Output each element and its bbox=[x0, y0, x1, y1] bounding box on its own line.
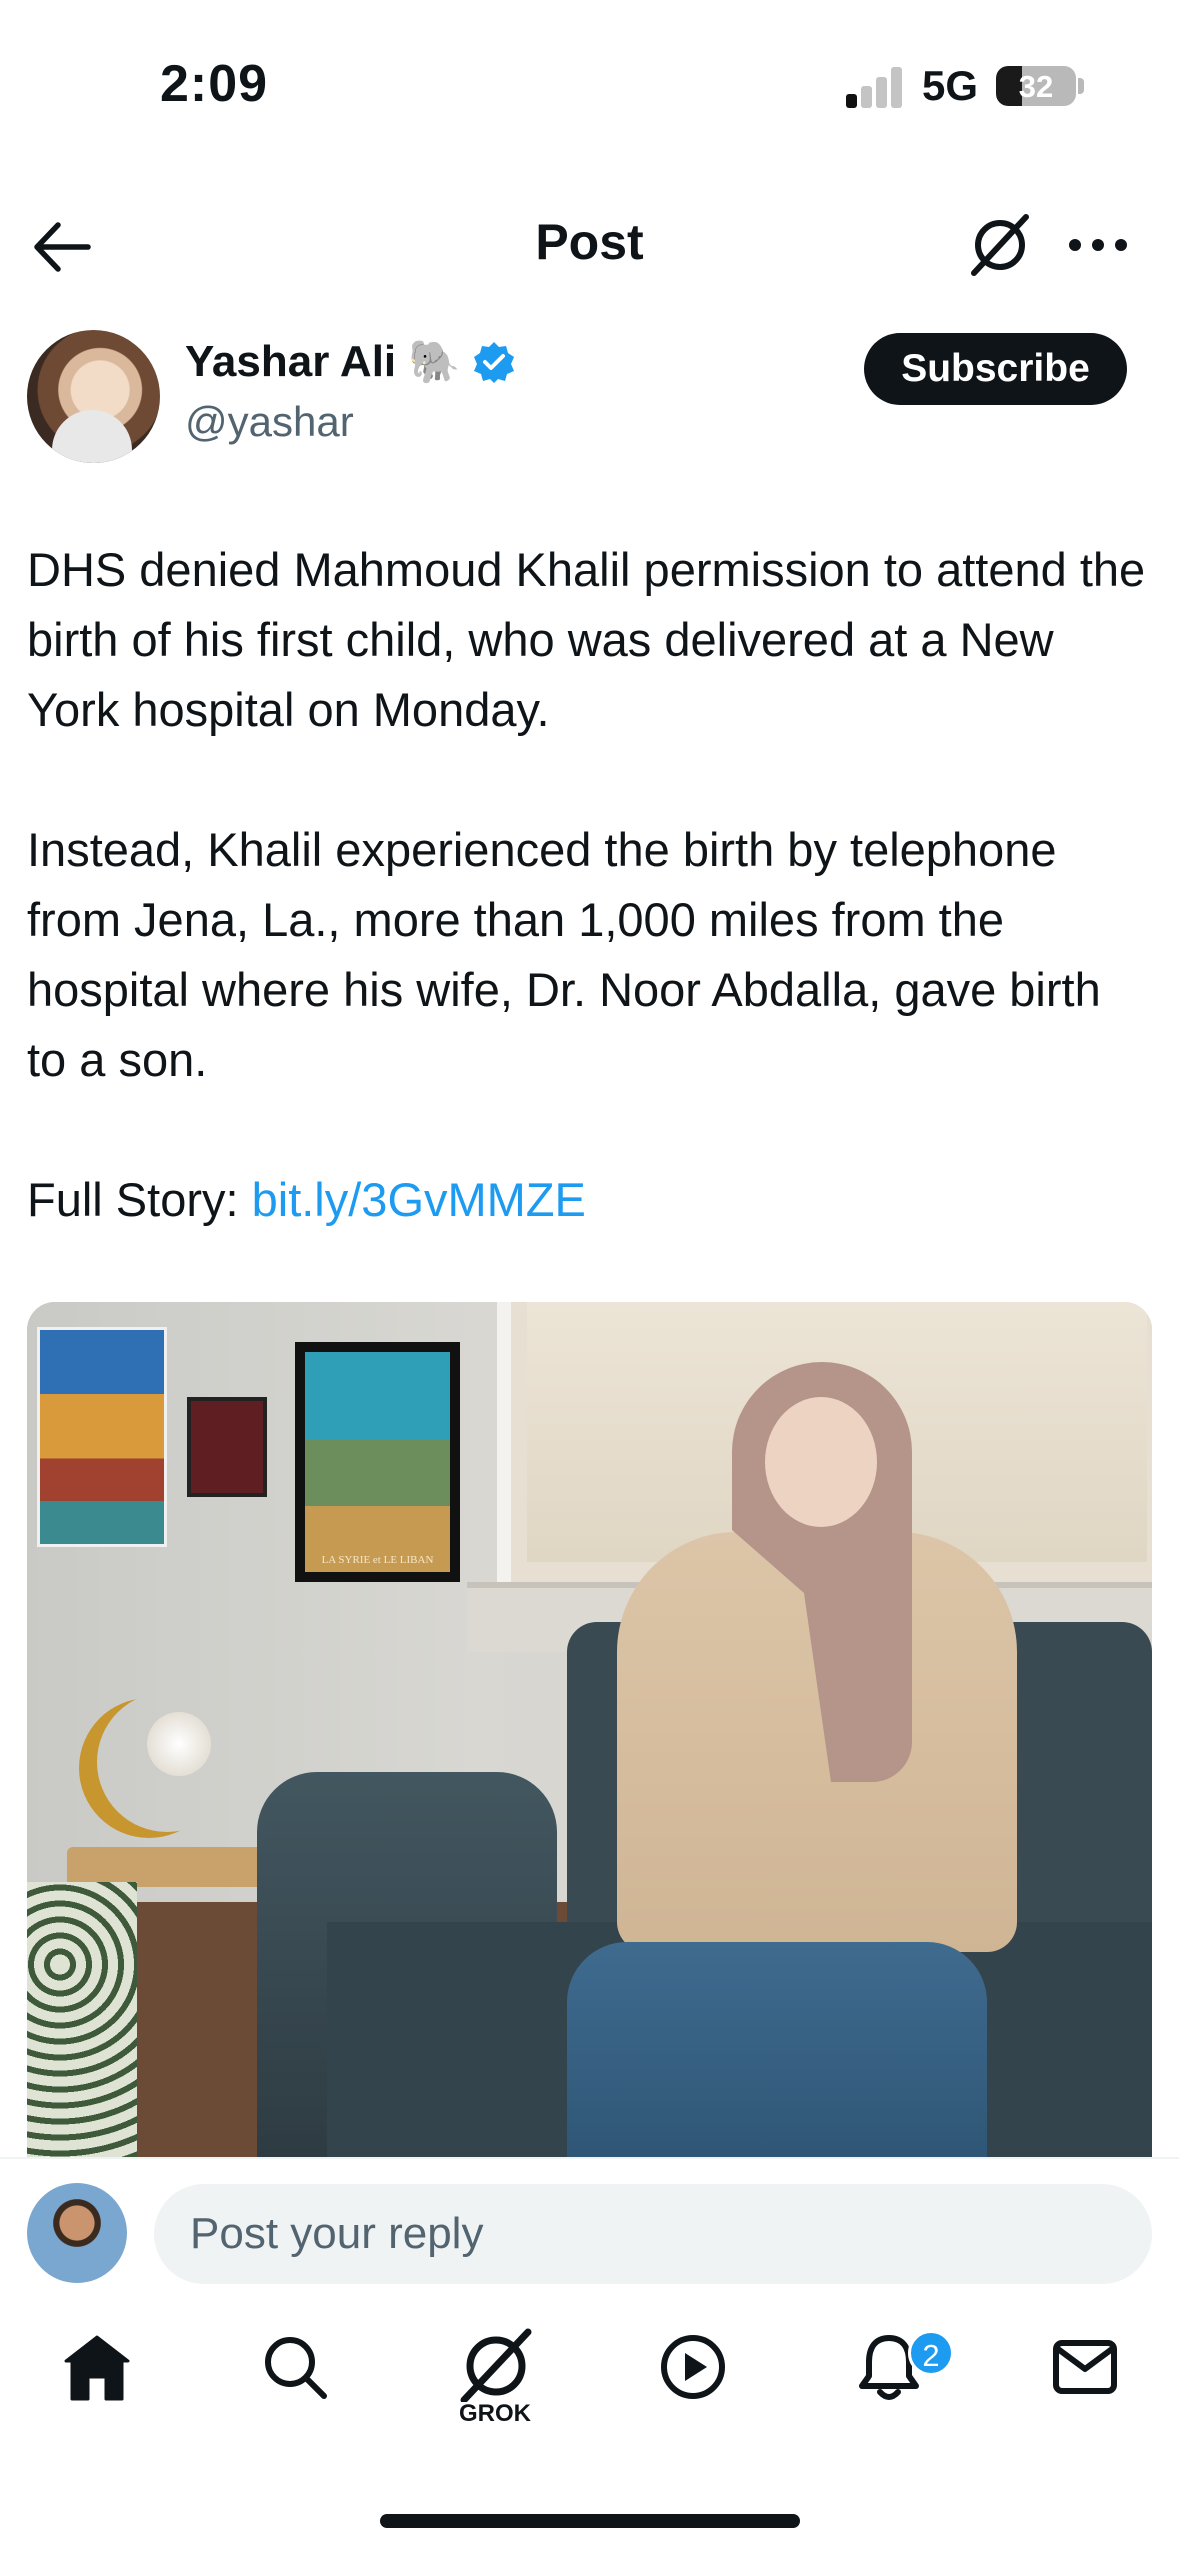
photo-pouf bbox=[27, 1882, 137, 2157]
more-options-button[interactable] bbox=[1058, 205, 1138, 285]
reply-bar bbox=[0, 2157, 1179, 2292]
mail-icon bbox=[1053, 2340, 1117, 2394]
tab-home[interactable] bbox=[52, 2322, 142, 2412]
full-story-label: Full Story: bbox=[27, 1173, 252, 1226]
elephant-emoji: 🐘 bbox=[408, 338, 461, 385]
tab-video[interactable] bbox=[648, 2322, 738, 2412]
current-user-avatar[interactable] bbox=[27, 2183, 127, 2283]
story-link[interactable]: bit.ly/3GvMMZE bbox=[252, 1173, 586, 1226]
subscribe-button[interactable]: Subscribe bbox=[864, 333, 1127, 405]
grok-tab-icon bbox=[460, 2328, 532, 2402]
status-time: 2:09 bbox=[160, 55, 269, 113]
full-story-line: Full Story: bit.ly/3GvMMZE bbox=[27, 1165, 1152, 1235]
verified-badge-icon bbox=[474, 342, 515, 383]
bottom-tab-bar: GROK 2 bbox=[0, 2292, 1179, 2472]
more-dots-icon bbox=[1069, 239, 1127, 251]
photo-lamp-globe bbox=[147, 1712, 211, 1776]
poster-caption: LA SYRIE et LE LIBAN bbox=[321, 1554, 434, 1566]
home-icon bbox=[64, 2335, 130, 2401]
battery-tip bbox=[1078, 78, 1084, 94]
photo-artwork-left bbox=[37, 1327, 167, 1547]
author-handle[interactable]: @yashar bbox=[185, 398, 354, 446]
grok-tab-label: GROK bbox=[459, 2400, 531, 2427]
network-label: 5G bbox=[922, 62, 979, 109]
status-bar: 2:09 5G 32 bbox=[0, 0, 1179, 175]
post-paragraph-2: Instead, Khalil experienced the birth by… bbox=[27, 823, 1101, 1086]
poster-image: LA SYRIE et LE LIBAN bbox=[305, 1352, 450, 1572]
photo-person-jeans bbox=[567, 1942, 987, 2157]
battery-icon: 32 bbox=[996, 66, 1076, 106]
photo-person-face-front bbox=[765, 1397, 877, 1527]
grok-icon bbox=[971, 214, 1029, 276]
post-photo[interactable]: LA SYRIE et LE LIBAN bbox=[27, 1302, 1152, 2157]
tab-grok[interactable]: GROK bbox=[440, 2328, 550, 2448]
post-screen: 2:09 5G 32 Post Yashar Ali 🐘 @yashar Sub… bbox=[0, 0, 1179, 2556]
avatar-figure bbox=[52, 410, 132, 463]
signal-icon bbox=[846, 66, 904, 108]
play-icon bbox=[661, 2335, 725, 2399]
post-body: DHS denied Mahmoud Khalil permission to … bbox=[27, 535, 1152, 1235]
reply-input[interactable] bbox=[154, 2184, 1152, 2284]
tab-messages[interactable] bbox=[1040, 2322, 1130, 2412]
battery-percent: 32 bbox=[1018, 69, 1054, 104]
notification-badge: 2 bbox=[908, 2330, 954, 2376]
tab-search[interactable] bbox=[250, 2322, 340, 2412]
author-avatar[interactable] bbox=[27, 330, 160, 463]
post-header: Post bbox=[0, 185, 1179, 300]
photo-poster: LA SYRIE et LE LIBAN bbox=[295, 1342, 460, 1582]
photo-small-frame bbox=[187, 1397, 267, 1497]
grok-button[interactable] bbox=[960, 205, 1040, 285]
post-paragraph-1: DHS denied Mahmoud Khalil permission to … bbox=[27, 543, 1146, 736]
home-indicator[interactable] bbox=[380, 2514, 800, 2528]
search-icon bbox=[265, 2337, 327, 2399]
photo-side-table bbox=[67, 1847, 267, 1887]
author-name[interactable]: Yashar Ali bbox=[185, 337, 396, 387]
author-name-row: Yashar Ali 🐘 bbox=[185, 337, 516, 387]
